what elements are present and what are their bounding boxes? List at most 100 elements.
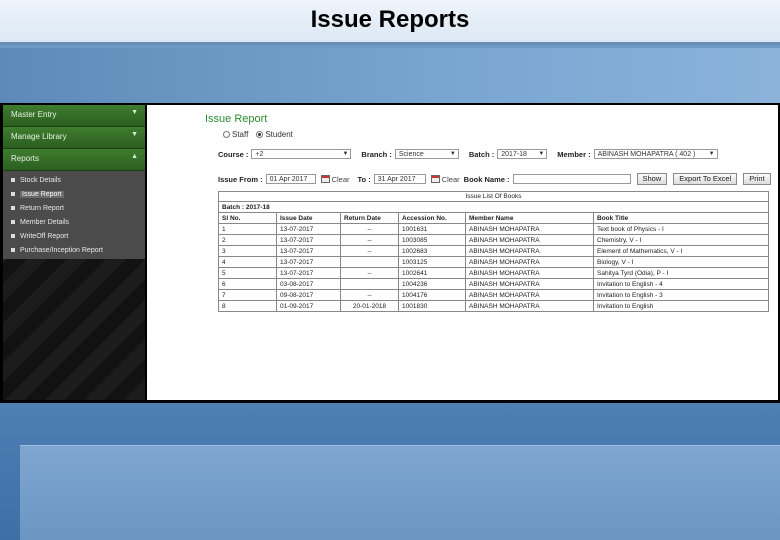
sidebar-item-purchase-report[interactable]: Purchase/Inception Report <box>3 242 145 256</box>
sidebar-item-stock-details[interactable]: Stock Details <box>3 172 145 186</box>
issue-from-input[interactable]: 01 Apr 2017 <box>265 174 316 184</box>
branch-select[interactable]: Science ▼ <box>394 149 459 159</box>
table-row: 7 09-08-2017 -- 1004176 ABINASH MOHAPATR… <box>218 289 769 301</box>
column-header: Accession No. <box>398 212 466 224</box>
cell-accession-no: 1001631 <box>398 223 466 235</box>
cell-sl-no: 6 <box>218 278 277 290</box>
cell-issue-date: 13-07-2017 <box>276 223 341 235</box>
reports-submenu: Stock Details Issue Report Return Report… <box>3 171 145 259</box>
column-header: Return Date <box>340 212 399 224</box>
cell-sl-no: 4 <box>218 256 277 268</box>
cell-accession-no: 1001830 <box>398 300 466 312</box>
calendar-icon[interactable] <box>430 175 440 183</box>
table-row: 4 13-07-2017 1003125 ABINASH MOHAPATRA B… <box>218 256 769 268</box>
app-screenshot: Master Entry ▼ Manage Library ▼ Reports … <box>0 103 780 403</box>
chevron-down-icon: ▼ <box>538 151 545 157</box>
sidebar-item-writeoff-report[interactable]: WriteOff Report <box>3 228 145 242</box>
issue-from-label: Issue From : <box>218 174 263 184</box>
sidebar-item-label: Return Report <box>20 204 64 212</box>
column-header: Member Name <box>465 212 594 224</box>
cell-book-title: Invitation to English <box>593 300 769 312</box>
cell-issue-date: 13-07-2017 <box>276 256 341 268</box>
cell-book-title: Text book of Physics - I <box>593 223 769 235</box>
radio-staff-label: Staff <box>232 130 249 139</box>
cell-sl-no: 1 <box>218 223 277 235</box>
menu-master-entry[interactable]: Master Entry ▼ <box>3 105 145 127</box>
column-header: Issue Date <box>276 212 341 224</box>
book-name-input[interactable] <box>512 174 631 184</box>
column-header: Book Title <box>593 212 769 224</box>
print-button[interactable]: Print <box>743 173 771 185</box>
chevron-down-icon: ▼ <box>708 151 715 157</box>
sidebar-item-label: WriteOff Report <box>20 232 69 240</box>
chevron-up-icon: ▲ <box>131 153 138 160</box>
cell-accession-no: 1004176 <box>398 289 466 301</box>
cell-issue-date: 01-09-2017 <box>276 300 341 312</box>
cell-member-name: ABINASH MOHAPATRA <box>465 245 594 257</box>
batch-label: Batch : <box>468 149 495 159</box>
table-caption-row: Issue List Of Books <box>218 191 769 202</box>
column-header: Sl No. <box>218 212 277 224</box>
cell-accession-no: 1003085 <box>398 234 466 246</box>
cell-member-name: ABINASH MOHAPATRA <box>465 267 594 279</box>
radio-circle-icon <box>223 131 230 138</box>
menu-label: Reports <box>11 154 40 163</box>
cell-book-title: Chemistry, V - I <box>593 234 769 246</box>
calendar-icon[interactable] <box>320 175 330 183</box>
cell-issue-date: 03-08-2017 <box>276 278 341 290</box>
menu-label: Manage Library <box>11 132 67 141</box>
sidebar: Master Entry ▼ Manage Library ▼ Reports … <box>3 105 145 400</box>
cell-return-date: -- <box>340 223 399 235</box>
export-excel-button[interactable]: Export To Excel <box>673 173 738 185</box>
cell-return-date <box>340 256 399 268</box>
batch-value: 2017-18 <box>501 151 527 158</box>
cell-book-title: Element of Mathematics, V - I <box>593 245 769 257</box>
cell-issue-date: 13-07-2017 <box>276 245 341 257</box>
member-label: Member : <box>557 149 591 159</box>
sidebar-item-label: Stock Details <box>20 176 61 184</box>
sidebar-item-return-report[interactable]: Return Report <box>3 200 145 214</box>
cell-member-name: ABINASH MOHAPATRA <box>465 223 594 235</box>
cell-issue-date: 09-08-2017 <box>276 289 341 301</box>
batch-select[interactable]: 2017-18 ▼ <box>497 149 548 159</box>
cell-accession-no: 1003125 <box>398 256 466 268</box>
member-type-radios: Staff Student <box>223 130 293 139</box>
course-select[interactable]: +2 ▼ <box>251 149 352 159</box>
bullet-icon <box>11 234 15 238</box>
menu-manage-library[interactable]: Manage Library ▼ <box>3 127 145 149</box>
member-select[interactable]: ABINASH MOHAPATRA ( 402 ) ▼ <box>593 149 718 159</box>
radio-student[interactable]: Student <box>256 130 293 139</box>
cell-return-date <box>340 278 399 290</box>
cell-member-name: ABINASH MOHAPATRA <box>465 234 594 246</box>
report-panel: Issue Report Staff Student Course : +2 ▼… <box>147 105 778 400</box>
clear-from-link[interactable]: Clear <box>332 175 350 184</box>
table-row: 2 13-07-2017 -- 1003085 ABINASH MOHAPATR… <box>218 234 769 246</box>
issue-to-input[interactable]: 31 Apr 2017 <box>373 174 426 184</box>
clear-to-link[interactable]: Clear <box>442 175 460 184</box>
bullet-icon <box>11 206 15 210</box>
cell-member-name: ABINASH MOHAPATRA <box>465 289 594 301</box>
cell-sl-no: 7 <box>218 289 277 301</box>
sidebar-item-label: Member Details <box>20 218 70 226</box>
page-title: Issue Report <box>205 113 268 125</box>
slide-mid-band <box>0 48 780 104</box>
table-row: 6 03-08-2017 1004236 ABINASH MOHAPATRA I… <box>218 278 769 290</box>
table-header-row: Sl No. Issue Date Return Date Accession … <box>218 212 769 224</box>
chevron-down-icon: ▼ <box>342 151 349 157</box>
sidebar-item-issue-report[interactable]: Issue Report <box>3 186 145 200</box>
cell-accession-no: 1002683 <box>398 245 466 257</box>
sidebar-item-member-details[interactable]: Member Details <box>3 214 145 228</box>
branch-value: Science <box>398 151 424 158</box>
table-batch-row: Batch : 2017-18 <box>218 201 769 213</box>
show-button[interactable]: Show <box>636 173 668 185</box>
cell-sl-no: 5 <box>218 267 277 279</box>
course-value: +2 <box>255 151 264 158</box>
sidebar-item-label: Issue Report <box>20 190 64 198</box>
issue-table: Issue List Of Books Batch : 2017-18 Sl N… <box>218 191 769 312</box>
menu-reports[interactable]: Reports ▲ <box>3 149 145 171</box>
chevron-down-icon: ▼ <box>449 151 456 157</box>
course-label: Course : <box>218 149 249 159</box>
cell-book-title: Sahitya Tyrd (Odia), P - I <box>593 267 769 279</box>
radio-staff[interactable]: Staff <box>223 130 248 139</box>
bullet-icon <box>11 248 15 252</box>
